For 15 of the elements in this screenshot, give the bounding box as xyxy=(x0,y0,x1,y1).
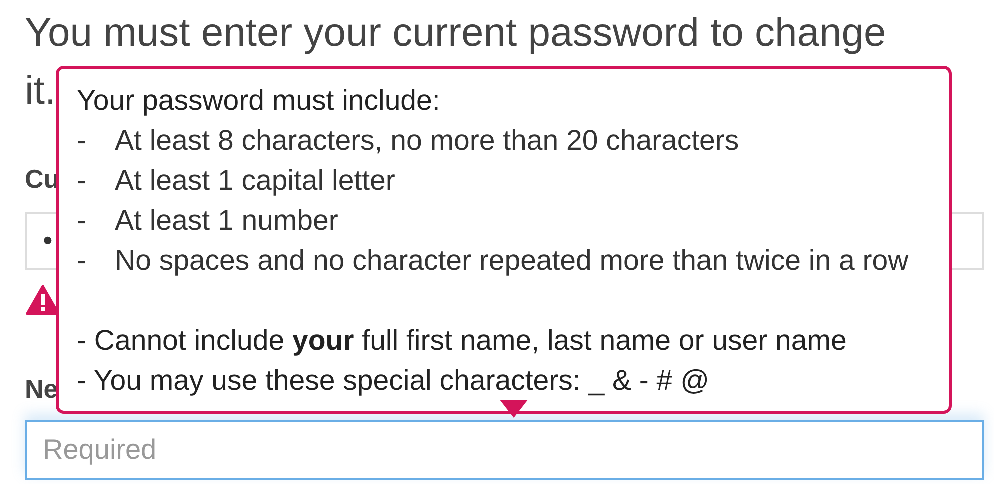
list-dash: - xyxy=(77,124,88,159)
rule-text: At least 8 characters, no more than 20 characters xyxy=(115,124,740,159)
note-text: - You may use these special characters: _ & - # @ xyxy=(77,364,710,399)
rule-text: At least 1 number xyxy=(115,204,338,239)
rule-text: No spaces and no character repeated more than twice in a row xyxy=(115,244,909,279)
field-label: Ne xyxy=(25,374,58,405)
list-dash: - xyxy=(77,244,88,279)
note-text: - Cannot include your full first name, last name or user name xyxy=(77,324,847,359)
tooltip-title: Your password must include: xyxy=(77,84,440,119)
password-input[interactable]: Required xyxy=(25,420,984,480)
heading-text: You must enter your current password to change xyxy=(25,10,886,57)
heading-text: it. xyxy=(25,68,56,115)
list-dash: - xyxy=(77,164,88,199)
rule-text: At least 1 capital letter xyxy=(115,164,396,199)
list-dash: - xyxy=(77,204,88,239)
